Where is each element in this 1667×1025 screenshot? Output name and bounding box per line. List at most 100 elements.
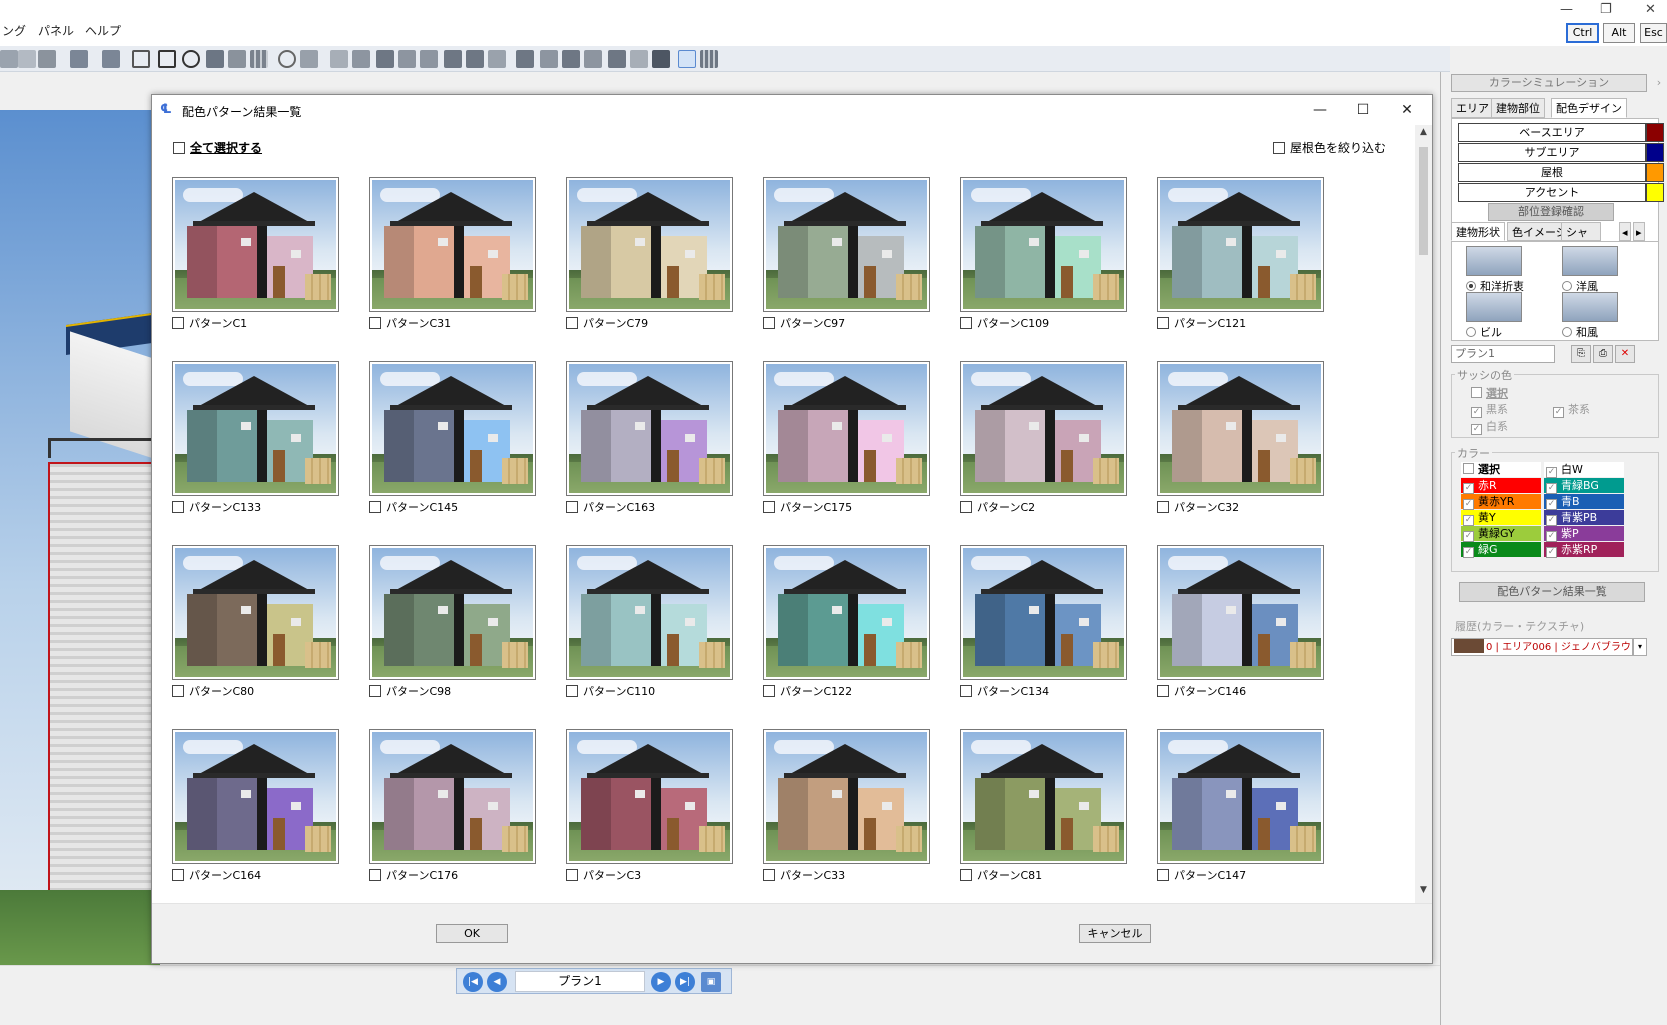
restore-icon[interactable]: ❐ — [1600, 2, 1612, 17]
pattern-cell[interactable]: パターンC3 — [566, 729, 734, 889]
pattern-cell[interactable]: パターンC122 — [763, 545, 931, 705]
delete-plan-icon[interactable]: ✕ — [1615, 345, 1635, 363]
pattern-thumbnail[interactable] — [566, 729, 733, 864]
pattern-thumbnail[interactable] — [566, 545, 733, 680]
clip-icon[interactable] — [584, 50, 602, 68]
pattern-cell[interactable]: パターンC110 — [566, 545, 734, 705]
checkbox-icon[interactable]: ✓ — [1463, 531, 1474, 542]
pattern-checkbox[interactable]: パターンC176 — [369, 867, 458, 883]
grid-icon[interactable] — [250, 50, 268, 68]
paste-icon[interactable] — [420, 50, 438, 68]
checkbox-icon[interactable] — [1157, 317, 1169, 329]
vertical-scrollbar[interactable]: ▲ ▼ — [1415, 125, 1432, 903]
color-blue-green[interactable]: ✓ 青緑BG — [1544, 478, 1624, 494]
pattern-thumbnail[interactable] — [369, 729, 536, 864]
pen-icon[interactable] — [70, 50, 88, 68]
pattern-thumbnail[interactable] — [172, 177, 339, 312]
checkbox-icon[interactable] — [1273, 142, 1285, 154]
checkbox-icon[interactable]: ✓ — [1471, 424, 1482, 435]
pattern-cell[interactable]: パターンC31 — [369, 177, 537, 337]
color-white[interactable]: ✓ 白W — [1544, 462, 1624, 478]
color-yellow[interactable]: ✓ 黄Y — [1461, 510, 1541, 526]
sash-white[interactable]: ✓ 白系 — [1471, 418, 1508, 435]
checkbox-icon[interactable] — [1471, 387, 1482, 398]
radio-icon[interactable] — [1466, 327, 1476, 337]
checkbox-icon[interactable]: ✓ — [1553, 407, 1564, 418]
zoom-icon[interactable] — [278, 50, 296, 68]
next-icon[interactable]: ▶ — [651, 972, 671, 992]
color-red-purple[interactable]: ✓ 赤紫RP — [1544, 542, 1624, 558]
house-icon[interactable] — [376, 50, 394, 68]
eyedropper-icon[interactable] — [228, 50, 246, 68]
brush-icon[interactable] — [102, 50, 120, 68]
prev-icon[interactable]: ◀ — [487, 972, 507, 992]
checkbox-icon[interactable] — [763, 317, 775, 329]
pattern-thumbnail[interactable] — [172, 729, 339, 864]
checkbox-icon[interactable] — [566, 501, 578, 513]
puzzle-icon[interactable] — [540, 50, 558, 68]
pattern-cell[interactable]: パターンC1 — [172, 177, 340, 337]
save-plan-icon[interactable]: ⎘ — [1571, 345, 1591, 363]
checkbox-icon[interactable] — [566, 317, 578, 329]
first-icon[interactable]: |◀ — [463, 972, 483, 992]
checkbox-icon[interactable]: ✓ — [1463, 483, 1474, 494]
color-blue-purple[interactable]: ✓ 青紫PB — [1544, 510, 1624, 526]
roof-filter-checkbox[interactable]: 屋根色を絞り込む — [1273, 139, 1386, 156]
pattern-thumbnail[interactable] — [960, 545, 1127, 680]
pattern-checkbox[interactable]: パターンC122 — [763, 683, 852, 699]
hand-icon[interactable] — [300, 50, 318, 68]
esc-key-button[interactable]: Esc — [1640, 23, 1667, 43]
pattern-thumbnail[interactable] — [960, 729, 1127, 864]
checkbox-icon[interactable] — [173, 142, 185, 154]
color-red[interactable]: ✓ 赤R — [1461, 478, 1541, 494]
color-blue[interactable]: ✓ 青B — [1544, 494, 1624, 510]
color-green[interactable]: ✓ 緑G — [1461, 542, 1541, 558]
color-yellow-green[interactable]: ✓ 黄緑GY — [1461, 526, 1541, 542]
checkbox-icon[interactable] — [1463, 463, 1474, 474]
pattern-checkbox[interactable]: パターンC98 — [369, 683, 451, 699]
shape-option-japanese[interactable]: 和風 — [1562, 324, 1598, 340]
menu-item-view[interactable]: ング — [2, 22, 26, 39]
layer-icon[interactable] — [352, 50, 370, 68]
pattern-checkbox[interactable]: パターンC1 — [172, 315, 247, 331]
pattern-cell[interactable]: パターンC146 — [1157, 545, 1325, 705]
pattern-checkbox[interactable]: パターンC32 — [1157, 499, 1239, 515]
edit-icon[interactable] — [18, 50, 36, 68]
cancel-button[interactable]: キャンセル — [1079, 924, 1151, 943]
palette-icon[interactable] — [678, 50, 696, 68]
minimize-icon[interactable]: — — [1305, 99, 1335, 121]
pattern-thumbnail[interactable] — [960, 361, 1127, 496]
menu-item-help[interactable]: ヘルプ — [85, 22, 121, 39]
eraser-icon[interactable] — [330, 50, 348, 68]
pattern-checkbox[interactable]: パターンC109 — [960, 315, 1049, 331]
rectangle-icon[interactable] — [158, 50, 176, 68]
pattern-thumbnail[interactable] — [566, 177, 733, 312]
checkbox-icon[interactable] — [369, 685, 381, 697]
pattern-cell[interactable]: パターンC164 — [172, 729, 340, 889]
checkbox-icon[interactable]: ✓ — [1546, 515, 1557, 526]
checkbox-icon[interactable] — [1157, 869, 1169, 881]
checkbox-icon[interactable] — [960, 685, 972, 697]
pattern-checkbox[interactable]: パターンC163 — [566, 499, 655, 515]
scroll-right-icon[interactable]: ▸ — [1633, 222, 1645, 241]
checkbox-icon[interactable] — [369, 317, 381, 329]
scissors-icon[interactable] — [608, 50, 626, 68]
sash-black[interactable]: ✓ 黒系 — [1471, 401, 1508, 418]
pattern-checkbox[interactable]: パターンC79 — [566, 315, 648, 331]
sash-select[interactable]: 選択 — [1471, 385, 1508, 401]
checkbox-icon[interactable] — [172, 501, 184, 513]
pattern-thumbnail[interactable] — [763, 729, 930, 864]
pattern-cell[interactable]: パターンC81 — [960, 729, 1128, 889]
checkbox-icon[interactable] — [1157, 501, 1169, 513]
pattern-checkbox[interactable]: パターンC33 — [763, 867, 845, 883]
checkbox-icon[interactable] — [1157, 685, 1169, 697]
sash-brown[interactable]: ✓ 茶系 — [1553, 401, 1590, 418]
radio-icon[interactable] — [1562, 327, 1572, 337]
tab-building-shape[interactable]: 建物形状 — [1451, 222, 1505, 241]
close-icon[interactable]: ✕ — [1392, 99, 1422, 121]
lasso-icon[interactable] — [132, 50, 150, 68]
tool-icon[interactable] — [0, 50, 18, 68]
checkbox-icon[interactable] — [960, 317, 972, 329]
checkbox-icon[interactable] — [960, 501, 972, 513]
checkbox-icon[interactable]: ✓ — [1463, 499, 1474, 510]
